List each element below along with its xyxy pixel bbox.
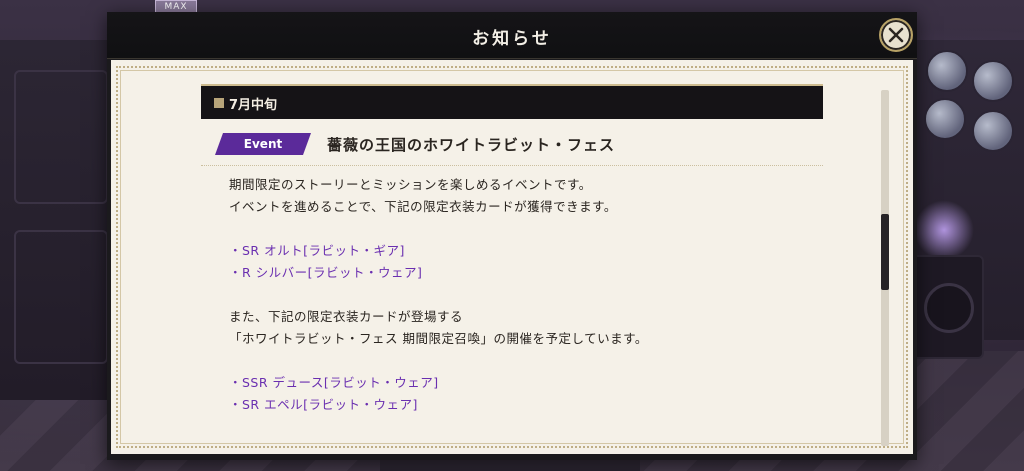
card-item: ・SR オルト[ラビット・ギア] — [229, 243, 405, 258]
body-line: 期間限定のストーリーとミッションを楽しめるイベントです。 — [229, 177, 592, 192]
snow-globe-icon — [972, 110, 1014, 152]
card-item: ・R シルバー[ラビット・ウェア] — [229, 265, 423, 280]
section-square-icon — [214, 98, 224, 108]
notice-body: 期間限定のストーリーとミッションを楽しめるイベントです。 イベントを進めることで… — [229, 174, 819, 416]
scrollbar-thumb[interactable] — [881, 214, 889, 290]
section-label: 7月中旬 — [229, 98, 278, 113]
snow-globe-icon — [924, 98, 966, 140]
close-button[interactable] — [879, 18, 913, 52]
body-line: また、下記の限定衣装カードが登場する — [229, 309, 464, 324]
card-item: ・SR エペル[ラビット・ウェア] — [229, 397, 418, 412]
close-x-icon — [888, 27, 904, 43]
body-line: 「ホワイトラビット・フェス 期間限定召喚」の開催を予定しています。 — [229, 331, 648, 346]
scrollbar[interactable] — [881, 90, 889, 446]
dialog-title: お知らせ — [472, 29, 552, 49]
dialog-header: お知らせ — [107, 12, 917, 59]
body-line: イベントを進めることで、下記の限定衣装カードが獲得できます。 — [229, 199, 617, 214]
notice-paper: 7月中旬 Event 薔薇の王国のホワイトラビット・フェス 期間限定のストーリー… — [111, 60, 913, 454]
notice-content[interactable]: 7月中旬 Event 薔薇の王国のホワイトラビット・フェス 期間限定のストーリー… — [201, 84, 823, 448]
event-row: Event 薔薇の王国のホワイトラビット・フェス — [201, 133, 823, 166]
background-glow — [914, 200, 974, 260]
background-cabinet — [0, 40, 122, 400]
section-header: 7月中旬 — [201, 84, 823, 119]
notice-dialog: お知らせ 7月中旬 Event 薔薇の王国のホワイトラビット・フェス 期間限定の… — [107, 12, 917, 460]
card-item: ・SSR デュース[ラビット・ウェア] — [229, 375, 439, 390]
snow-globe-icon — [926, 50, 968, 92]
background-speaker — [910, 255, 984, 359]
event-tag: Event — [215, 133, 311, 155]
event-title: 薔薇の王国のホワイトラビット・フェス — [327, 136, 616, 154]
snow-globe-icon — [972, 60, 1014, 102]
